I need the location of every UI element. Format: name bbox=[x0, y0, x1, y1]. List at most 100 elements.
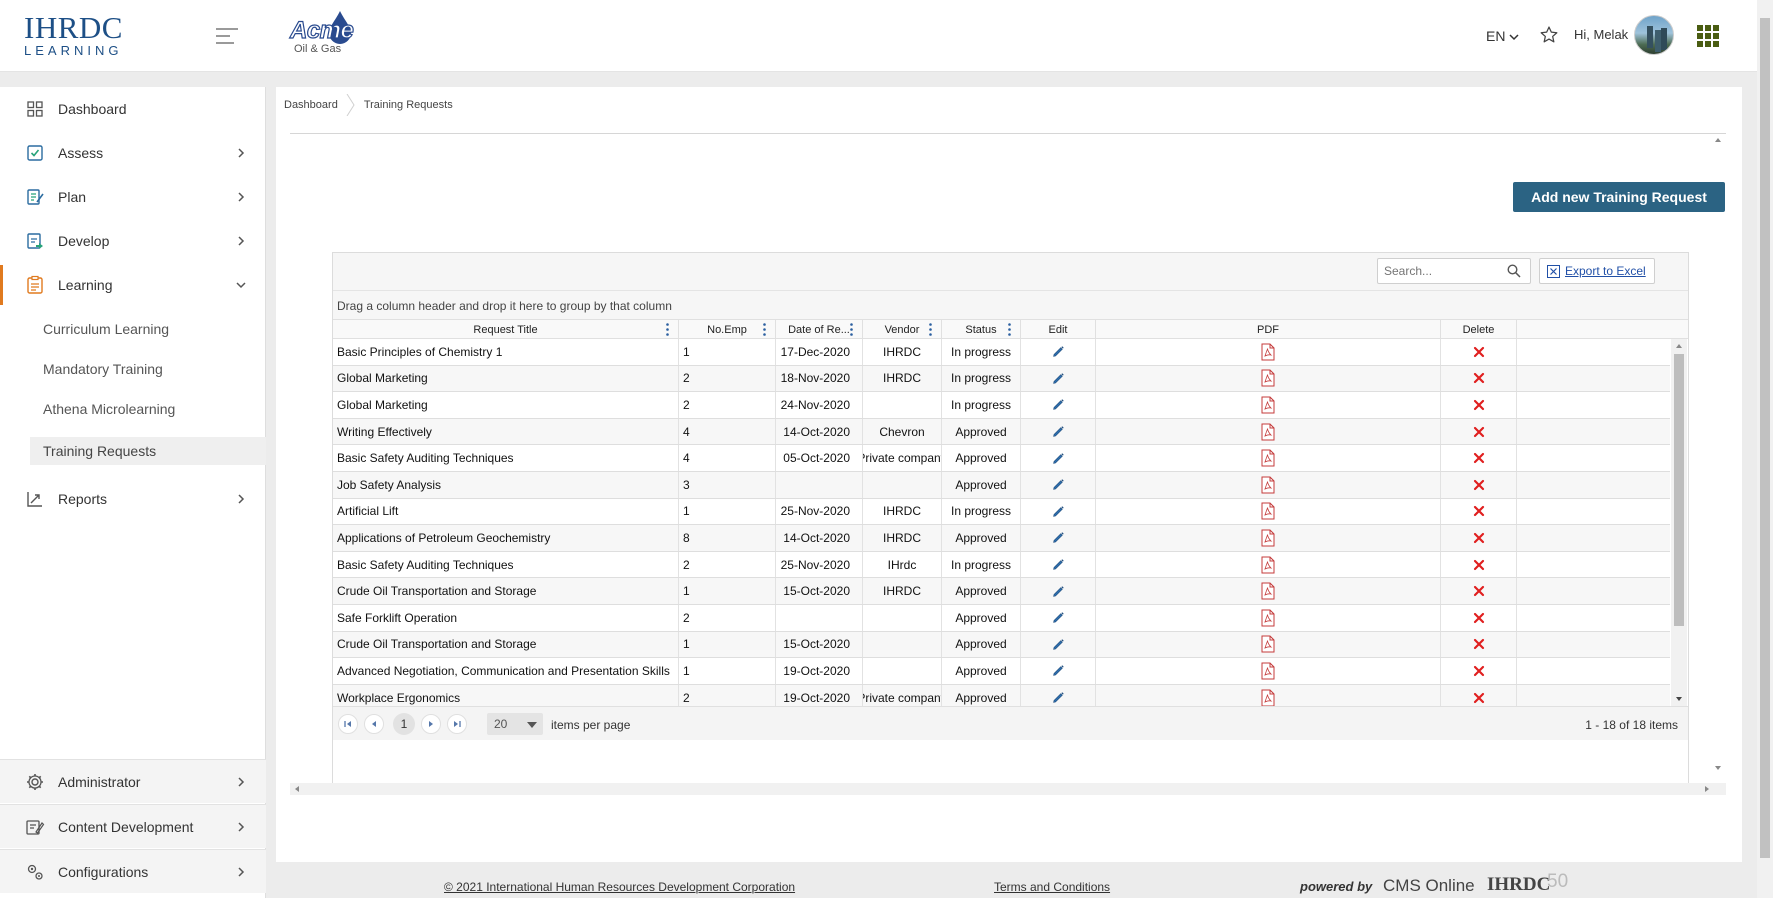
scroll-down-icon[interactable] bbox=[1671, 694, 1687, 704]
table-row[interactable]: Workplace Ergonomics219-Oct-2020Private … bbox=[333, 684, 1670, 706]
column-header-pdf[interactable]: PDF bbox=[1096, 320, 1441, 339]
table-row[interactable]: Basic Safety Auditing Techniques 2 25-Nov-… bbox=[333, 551, 1670, 579]
pencil-icon[interactable] bbox=[1052, 505, 1065, 518]
table-row[interactable]: Job Safety Analysis 3 Approved bbox=[333, 471, 1670, 499]
delete-x-icon[interactable] bbox=[1473, 479, 1485, 491]
pdf-icon[interactable] bbox=[1261, 343, 1275, 361]
pager-next-button[interactable] bbox=[421, 714, 441, 734]
pdf-icon[interactable] bbox=[1261, 635, 1275, 653]
breadcrumb-home[interactable]: Dashboard bbox=[284, 99, 338, 111]
copyright-link[interactable]: © 2021 International Human Resources Dev… bbox=[444, 880, 795, 894]
column-menu-icon[interactable] bbox=[666, 323, 669, 336]
sidebar-subitem-mandatory-training[interactable]: Mandatory Training bbox=[30, 355, 266, 383]
content-scrollbar[interactable] bbox=[1712, 135, 1724, 773]
apps-grid-icon[interactable] bbox=[1697, 25, 1719, 47]
page-scrollbar-thumb[interactable] bbox=[1760, 18, 1770, 858]
table-row[interactable]: Writing Effectively 4 14-Oct-2020 Chevron Ap… bbox=[333, 418, 1670, 446]
table-row[interactable]: Advanced Negotiation, Communication and … bbox=[333, 658, 1670, 685]
sidebar-item-develop[interactable]: Develop bbox=[0, 221, 266, 261]
search-icon[interactable] bbox=[1507, 264, 1521, 278]
sidebar-item-plan[interactable]: Plan bbox=[0, 177, 266, 217]
pager-first-button[interactable] bbox=[338, 714, 358, 734]
pager-prev-button[interactable] bbox=[364, 714, 384, 734]
delete-x-icon[interactable] bbox=[1473, 505, 1485, 517]
scroll-right-icon[interactable] bbox=[1702, 783, 1712, 795]
pencil-icon[interactable] bbox=[1052, 398, 1065, 411]
delete-x-icon[interactable] bbox=[1473, 638, 1485, 650]
sidebar-item-learning[interactable]: Learning bbox=[0, 265, 266, 305]
scroll-left-icon[interactable] bbox=[292, 783, 302, 795]
sidebar-item-dashboard[interactable]: Dashboard bbox=[0, 89, 266, 129]
delete-x-icon[interactable] bbox=[1473, 399, 1485, 411]
column-menu-icon[interactable] bbox=[850, 323, 853, 336]
grid-scrollbar-thumb[interactable] bbox=[1674, 354, 1684, 626]
table-row[interactable]: Global Marketing 2 18-Nov-2020 IHRDC In prog… bbox=[333, 365, 1670, 393]
column-header-edit[interactable]: Edit bbox=[1021, 320, 1096, 339]
scroll-up-icon[interactable] bbox=[1671, 341, 1687, 351]
add-training-request-button[interactable]: Add new Training Request bbox=[1513, 182, 1725, 212]
pencil-icon[interactable] bbox=[1052, 664, 1065, 677]
pencil-icon[interactable] bbox=[1052, 638, 1065, 651]
language-selector[interactable]: EN bbox=[1486, 28, 1519, 44]
star-icon[interactable] bbox=[1539, 25, 1559, 45]
delete-x-icon[interactable] bbox=[1473, 665, 1485, 677]
pencil-icon[interactable] bbox=[1052, 452, 1065, 465]
pdf-icon[interactable] bbox=[1261, 662, 1275, 680]
pdf-icon[interactable] bbox=[1261, 369, 1275, 387]
delete-x-icon[interactable] bbox=[1473, 532, 1485, 544]
pdf-icon[interactable] bbox=[1261, 476, 1275, 494]
page-size-select[interactable]: 20 bbox=[487, 713, 543, 735]
table-row[interactable]: Safe Forklift Operation 2 Approved bbox=[333, 604, 1670, 632]
column-header-request-title[interactable]: Request Title bbox=[333, 320, 679, 339]
sidebar-subitem-curriculum-learning[interactable]: Curriculum Learning bbox=[30, 315, 266, 343]
pencil-icon[interactable] bbox=[1052, 691, 1065, 704]
delete-x-icon[interactable] bbox=[1473, 346, 1485, 358]
pencil-icon[interactable] bbox=[1052, 585, 1065, 598]
terms-link[interactable]: Terms and Conditions bbox=[994, 880, 1110, 894]
content-horizontal-scrollbar[interactable] bbox=[290, 783, 1726, 795]
page-scrollbar[interactable] bbox=[1757, 0, 1773, 898]
pdf-icon[interactable] bbox=[1261, 582, 1275, 600]
avatar[interactable] bbox=[1634, 15, 1674, 55]
delete-x-icon[interactable] bbox=[1473, 426, 1485, 438]
sidebar-item-assess[interactable]: Assess bbox=[0, 133, 266, 173]
pdf-icon[interactable] bbox=[1261, 502, 1275, 520]
column-header-status[interactable]: Status bbox=[942, 320, 1021, 339]
sidebar-subitem-athena-microlearning[interactable]: Athena Microlearning bbox=[30, 395, 266, 423]
column-menu-icon[interactable] bbox=[1008, 323, 1011, 336]
menu-icon[interactable] bbox=[216, 28, 238, 44]
table-row[interactable]: Global Marketing 2 24-Nov-2020 In progress bbox=[333, 392, 1670, 419]
column-header-vendor[interactable]: Vendor bbox=[863, 320, 942, 339]
sidebar-subitem-training-requests[interactable]: Training Requests bbox=[30, 437, 266, 465]
pencil-icon[interactable] bbox=[1052, 531, 1065, 544]
pencil-icon[interactable] bbox=[1052, 478, 1065, 491]
table-row[interactable]: Basic Principles of Chemistry 1 1 17-Dec-2… bbox=[333, 339, 1670, 366]
table-row[interactable]: Crude Oil Transportation and Storage 1 15-… bbox=[333, 631, 1670, 659]
ihrdc-logo[interactable]: IHRDC LEARNING bbox=[24, 12, 122, 59]
delete-x-icon[interactable] bbox=[1473, 612, 1485, 624]
delete-x-icon[interactable] bbox=[1473, 692, 1485, 704]
pager-last-button[interactable] bbox=[447, 714, 467, 734]
column-menu-icon[interactable] bbox=[763, 323, 766, 336]
pencil-icon[interactable] bbox=[1052, 345, 1065, 358]
delete-x-icon[interactable] bbox=[1473, 372, 1485, 384]
sidebar-item-administrator[interactable]: Administrator bbox=[0, 759, 266, 803]
sidebar-item-configurations[interactable]: Configurations bbox=[0, 849, 266, 893]
pdf-icon[interactable] bbox=[1261, 449, 1275, 467]
pencil-icon[interactable] bbox=[1052, 611, 1065, 624]
pdf-icon[interactable] bbox=[1261, 396, 1275, 414]
sidebar-item-content-development[interactable]: Content Development bbox=[0, 804, 266, 848]
pdf-icon[interactable] bbox=[1261, 609, 1275, 627]
pdf-icon[interactable] bbox=[1261, 423, 1275, 441]
group-by-hint[interactable]: Drag a column header and drop it here to… bbox=[333, 291, 1688, 319]
table-row[interactable]: Basic Safety Auditing Techniques 4 05-Oct-… bbox=[333, 445, 1670, 472]
column-header-no-emp[interactable]: No.Emp bbox=[679, 320, 776, 339]
pdf-icon[interactable] bbox=[1261, 529, 1275, 547]
grid-scrollbar[interactable] bbox=[1671, 339, 1687, 706]
pencil-icon[interactable] bbox=[1052, 425, 1065, 438]
delete-x-icon[interactable] bbox=[1473, 452, 1485, 464]
table-row[interactable]: Crude Oil Transportation and Storage 1 15-… bbox=[333, 578, 1670, 605]
export-to-excel-button[interactable]: Export to Excel bbox=[1539, 258, 1655, 284]
delete-x-icon[interactable] bbox=[1473, 585, 1485, 597]
pencil-icon[interactable] bbox=[1052, 558, 1065, 571]
